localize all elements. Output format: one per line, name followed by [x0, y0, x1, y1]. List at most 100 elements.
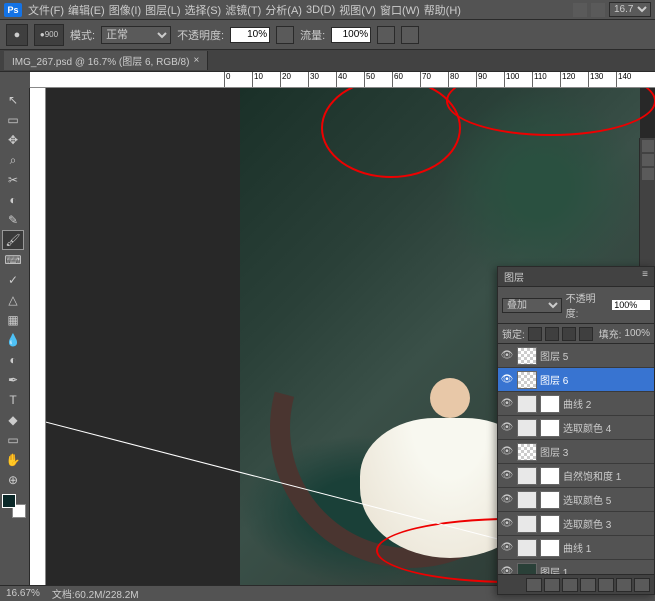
visibility-icon[interactable]: 👁: [500, 445, 514, 459]
visibility-icon[interactable]: 👁: [500, 421, 514, 435]
fill-input[interactable]: 100%: [624, 328, 650, 339]
panel-menu-icon[interactable]: ≡: [642, 269, 648, 284]
layer-thumb[interactable]: [517, 371, 537, 389]
visibility-icon[interactable]: 👁: [500, 397, 514, 411]
menu-file[interactable]: 文件(F): [28, 2, 64, 18]
foreground-color[interactable]: [2, 494, 16, 508]
layer-thumb[interactable]: [517, 467, 537, 485]
layer-thumb[interactable]: [517, 395, 537, 413]
dock-panel-icon[interactable]: [642, 168, 654, 180]
layer-name[interactable]: 自然饱和度 1: [563, 468, 621, 483]
wand-tool[interactable]: ⌕: [2, 150, 24, 170]
move-tool[interactable]: ↖: [2, 90, 24, 110]
layer-row[interactable]: 👁 曲线 2: [498, 392, 654, 416]
menu-help[interactable]: 帮助(H): [424, 2, 461, 18]
layer-row[interactable]: 👁 图层 6: [498, 368, 654, 392]
layer-name[interactable]: 选取颜色 3: [563, 516, 611, 531]
layer-name[interactable]: 图层 3: [540, 444, 568, 459]
blend-mode-select[interactable]: 正常: [101, 26, 171, 44]
lasso-tool[interactable]: ✥: [2, 130, 24, 150]
tablet-pressure-icon[interactable]: [401, 26, 419, 44]
doc-info[interactable]: 文档:60.2M/228.2M: [52, 586, 139, 601]
layer-row[interactable]: 👁 曲线 1: [498, 536, 654, 560]
zoom-readout[interactable]: 16.67%: [6, 588, 40, 599]
layer-thumb[interactable]: [517, 443, 537, 461]
layer-thumb[interactable]: [517, 491, 537, 509]
layer-fx-icon[interactable]: [544, 578, 560, 592]
layer-name[interactable]: 图层 1: [540, 564, 568, 574]
delete-layer-icon[interactable]: [634, 578, 650, 592]
menu-image[interactable]: 图像(I): [109, 2, 141, 18]
layer-mask-thumb[interactable]: [540, 467, 560, 485]
opacity-pressure-icon[interactable]: [276, 26, 294, 44]
zoom-tool[interactable]: ⊕: [2, 470, 24, 490]
visibility-icon[interactable]: 👁: [500, 469, 514, 483]
layer-thumb[interactable]: [517, 419, 537, 437]
layer-group-icon[interactable]: [598, 578, 614, 592]
adjustment-layer-icon[interactable]: [580, 578, 596, 592]
layer-row[interactable]: 👁 选取颜色 5: [498, 488, 654, 512]
zoom-select[interactable]: 16.7: [609, 2, 651, 17]
layer-blend-select[interactable]: 叠加: [502, 298, 562, 313]
layer-mask-thumb[interactable]: [540, 491, 560, 509]
opacity-input[interactable]: 10%: [230, 27, 270, 43]
link-layers-icon[interactable]: [526, 578, 542, 592]
dock-panel-icon[interactable]: [642, 154, 654, 166]
lock-all-icon[interactable]: [579, 327, 593, 341]
menu-view[interactable]: 视图(V): [339, 2, 376, 18]
layer-mask-thumb[interactable]: [540, 395, 560, 413]
arrange-icon[interactable]: [591, 3, 605, 17]
lock-transparency-icon[interactable]: [528, 327, 542, 341]
shape-tool[interactable]: ▭: [2, 430, 24, 450]
document-tab[interactable]: IMG_267.psd @ 16.7% (图层 6, RGB/8) ×: [4, 51, 208, 70]
menu-edit[interactable]: 编辑(E): [68, 2, 105, 18]
layer-thumb[interactable]: [517, 539, 537, 557]
visibility-icon[interactable]: 👁: [500, 541, 514, 555]
layer-row[interactable]: 👁 选取颜色 3: [498, 512, 654, 536]
layer-row[interactable]: 👁 图层 3: [498, 440, 654, 464]
screen-mode-icon[interactable]: [573, 3, 587, 17]
layer-row[interactable]: 👁图层 5: [498, 344, 654, 368]
layer-row[interactable]: 👁 选取颜色 4: [498, 416, 654, 440]
path-tool[interactable]: ◆: [2, 410, 24, 430]
visibility-icon[interactable]: 👁: [500, 565, 514, 575]
dock-panel-icon[interactable]: [642, 140, 654, 152]
menu-select[interactable]: 选择(S): [185, 2, 222, 18]
pen-tool[interactable]: ✒: [2, 370, 24, 390]
layer-mask-thumb[interactable]: [540, 419, 560, 437]
crop-tool[interactable]: ✂: [2, 170, 24, 190]
menu-filter[interactable]: 滤镜(T): [225, 2, 261, 18]
layer-mask-icon[interactable]: [562, 578, 578, 592]
layer-name[interactable]: 选取颜色 4: [563, 420, 611, 435]
layer-row[interactable]: 👁 图层 1: [498, 560, 654, 574]
airbrush-icon[interactable]: [377, 26, 395, 44]
menu-3d[interactable]: 3D(D): [306, 4, 335, 16]
gradient-tool[interactable]: ▦: [2, 310, 24, 330]
layer-thumb[interactable]: [517, 515, 537, 533]
visibility-icon[interactable]: 👁: [500, 373, 514, 387]
menu-layer[interactable]: 图层(L): [145, 2, 180, 18]
heal-tool[interactable]: ✎: [2, 210, 24, 230]
flow-input[interactable]: 100%: [331, 27, 371, 43]
panel-tab[interactable]: 图层 ≡: [498, 267, 654, 287]
layer-name[interactable]: 图层 6: [540, 372, 568, 387]
menu-analysis[interactable]: 分析(A): [265, 2, 302, 18]
brush-preset[interactable]: ● 900: [34, 24, 64, 46]
layer-name[interactable]: 曲线 2: [563, 396, 591, 411]
eraser-tool[interactable]: △: [2, 290, 24, 310]
dodge-tool[interactable]: ◐: [2, 350, 24, 370]
tab-close-icon[interactable]: ×: [193, 55, 199, 66]
eyedropper-tool[interactable]: ◐: [2, 190, 24, 210]
new-layer-icon[interactable]: [616, 578, 632, 592]
layer-name[interactable]: 图层 5: [540, 348, 568, 363]
marquee-tool[interactable]: ▭: [2, 110, 24, 130]
visibility-icon[interactable]: 👁: [500, 493, 514, 507]
hand-tool[interactable]: ✋: [2, 450, 24, 470]
layer-thumb[interactable]: [517, 563, 537, 575]
layer-row[interactable]: 👁 自然饱和度 1: [498, 464, 654, 488]
stamp-tool[interactable]: ⌨: [2, 250, 24, 270]
layer-name[interactable]: 选取颜色 5: [563, 492, 611, 507]
lock-position-icon[interactable]: [562, 327, 576, 341]
visibility-icon[interactable]: 👁: [500, 517, 514, 531]
layer-name[interactable]: 曲线 1: [563, 540, 591, 555]
